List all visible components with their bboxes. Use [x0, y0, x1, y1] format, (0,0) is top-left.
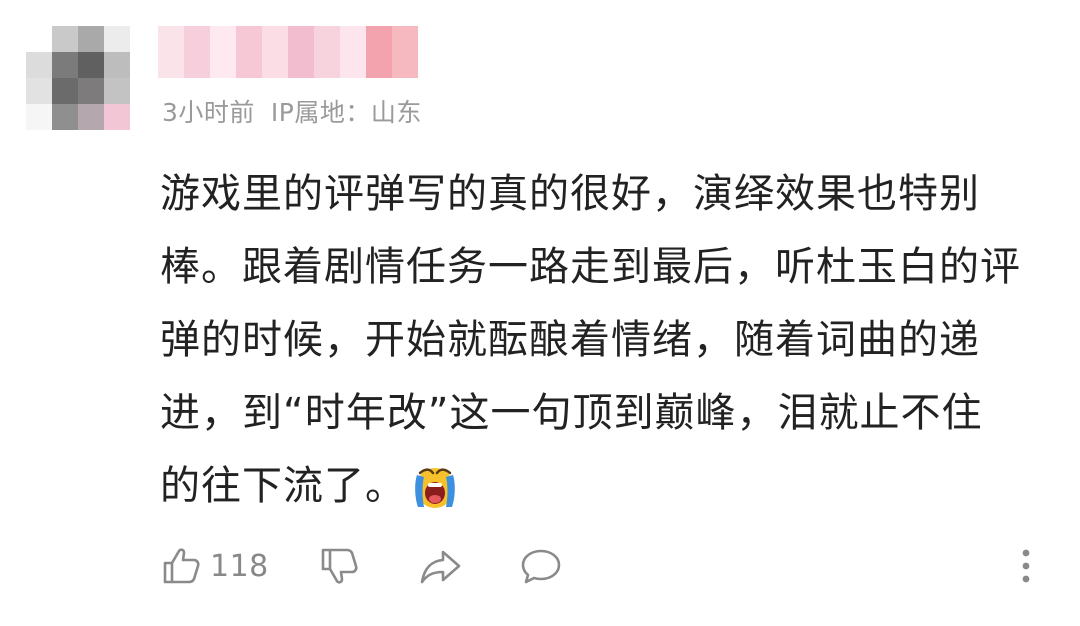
comment-line: 进，到“时年改”这一句顶到巅峰，泪就止不住 [160, 390, 983, 436]
like-button[interactable]: 118 [160, 540, 269, 592]
share-arrow-icon [418, 544, 464, 588]
avatar[interactable] [26, 26, 130, 130]
comment-card: 3小时前 IP属地：山东 游戏里的评弹写的真的很好，演绎效果也特别 棒。跟着剧情任… [0, 0, 1080, 626]
share-button[interactable] [418, 540, 464, 592]
ip-location: IP属地：山东 [270, 98, 422, 127]
username-mosaic[interactable] [158, 26, 418, 78]
comment-line: 游戏里的评弹写的真的很好，演绎效果也特别 [160, 171, 980, 217]
dislike-button[interactable] [318, 540, 362, 592]
comment-line-last: 的往下流了。 [160, 450, 1040, 523]
comment-line: 棒。跟着剧情任务一路走到最后，听杜玉白的评 [160, 244, 1021, 290]
comment-line: 的往下流了。 [160, 463, 406, 509]
more-vertical-icon [1020, 546, 1032, 586]
thumbs-up-icon [160, 544, 204, 588]
comment-line: 弹的时候，开始就酝酿着情绪，随着词曲的递 [160, 317, 980, 363]
comment-text: 游戏里的评弹写的真的很好，演绎效果也特别 棒。跟着剧情任务一路走到最后，听杜玉白… [160, 158, 1040, 523]
comment-meta: 3小时前 IP属地：山东 [162, 93, 422, 129]
loud-crying-emoji-icon [410, 459, 460, 511]
more-button[interactable] [1006, 540, 1046, 592]
comment-bubble-icon [518, 544, 564, 588]
comment-button[interactable] [518, 540, 564, 592]
timestamp: 3小时前 [162, 98, 255, 127]
action-bar: 118 [160, 540, 1040, 592]
thumbs-down-icon [318, 544, 362, 588]
like-count: 118 [210, 548, 269, 584]
